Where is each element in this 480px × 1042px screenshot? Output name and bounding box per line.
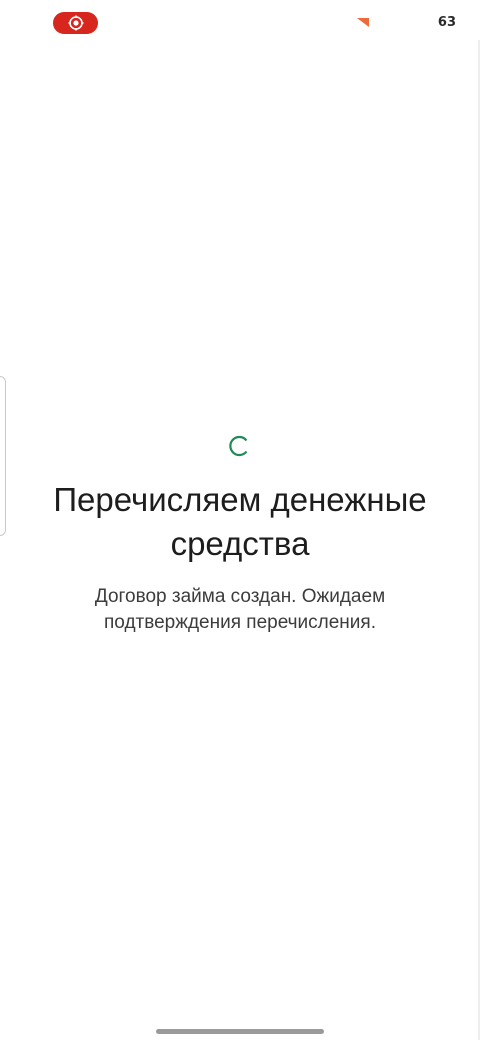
signal-icon xyxy=(357,18,369,27)
page-subtitle: Договор займа создан. Ожидаем подтвержде… xyxy=(94,586,386,633)
page-title: Перечисляем денежные средства xyxy=(53,481,427,562)
screen-record-icon xyxy=(68,15,84,31)
home-indicator[interactable] xyxy=(156,1029,324,1034)
screen: 63 Перечисляем денежные средства Договор… xyxy=(0,0,480,1042)
screen-record-indicator[interactable] xyxy=(53,12,98,34)
battery-level: 63 xyxy=(437,15,456,30)
status-bar: 63 xyxy=(0,0,480,44)
loading-spinner-icon xyxy=(227,434,251,458)
